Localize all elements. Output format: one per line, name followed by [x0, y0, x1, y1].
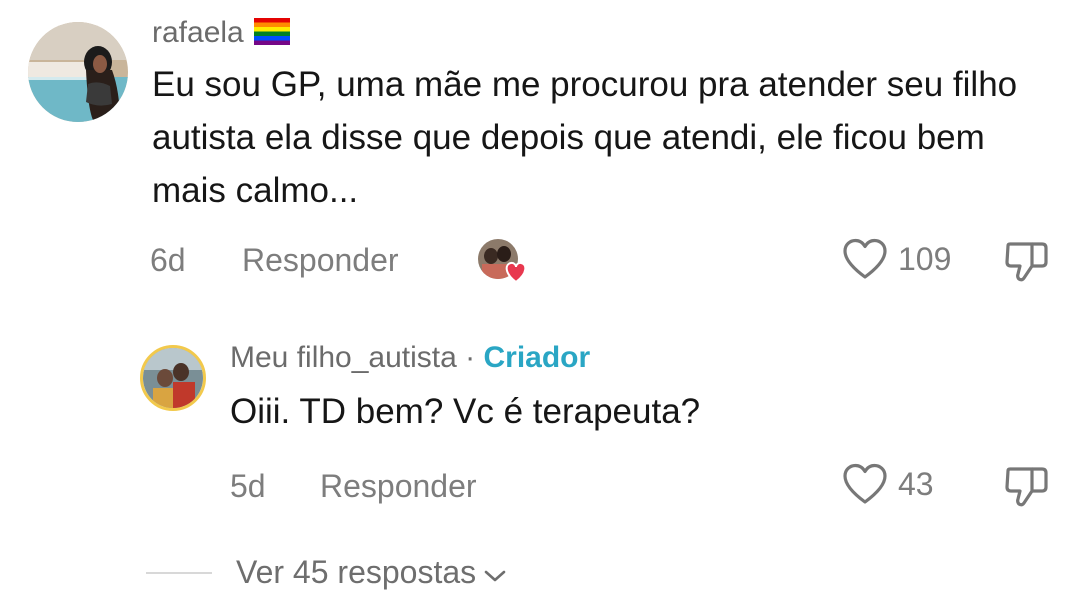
view-replies-label: Ver 45 respostas — [236, 554, 477, 590]
chevron-down-icon — [484, 556, 506, 588]
comment-age: 6d — [150, 242, 186, 278]
reply-text: Oiii. TD bem? Vc é terapeuta? — [230, 392, 701, 431]
comment-username-row: rafaela — [152, 16, 291, 51]
reply-age: 5d — [230, 468, 266, 504]
reply-username-row: Meu filho_autista · Criador — [230, 343, 590, 373]
replies-divider — [146, 572, 212, 574]
avatar-photo — [143, 348, 203, 408]
separator: · — [456, 341, 484, 374]
avatar[interactable] — [140, 345, 206, 411]
reply-button[interactable]: Responder — [320, 470, 477, 502]
thumbs-down-icon — [1005, 242, 1048, 282]
avatar[interactable] — [28, 22, 128, 122]
heart-icon — [843, 463, 887, 504]
like-count: 43 — [898, 466, 934, 502]
like-button[interactable]: 109 — [842, 238, 951, 280]
comment-text: Eu sou GP, uma mãe me procurou pra atend… — [152, 65, 1018, 210]
creator-badge: Criador — [483, 341, 591, 374]
reply-button[interactable]: Responder — [242, 244, 399, 276]
thumbs-down-icon — [1005, 467, 1048, 507]
like-count: 109 — [898, 241, 952, 277]
creator-liked-heart-icon — [478, 238, 530, 284]
dislike-button[interactable] — [1004, 465, 1050, 514]
dislike-button[interactable] — [1004, 240, 1050, 289]
rainbow-flag-icon — [254, 18, 291, 51]
heart-icon — [843, 238, 887, 279]
avatar-photo — [28, 22, 128, 122]
like-button[interactable]: 43 — [842, 463, 934, 505]
comment-username[interactable]: rafaela — [152, 16, 244, 49]
view-replies-button[interactable]: Ver 45 respostas — [236, 556, 506, 588]
reply-username[interactable]: Meu filho_autista — [230, 341, 457, 374]
